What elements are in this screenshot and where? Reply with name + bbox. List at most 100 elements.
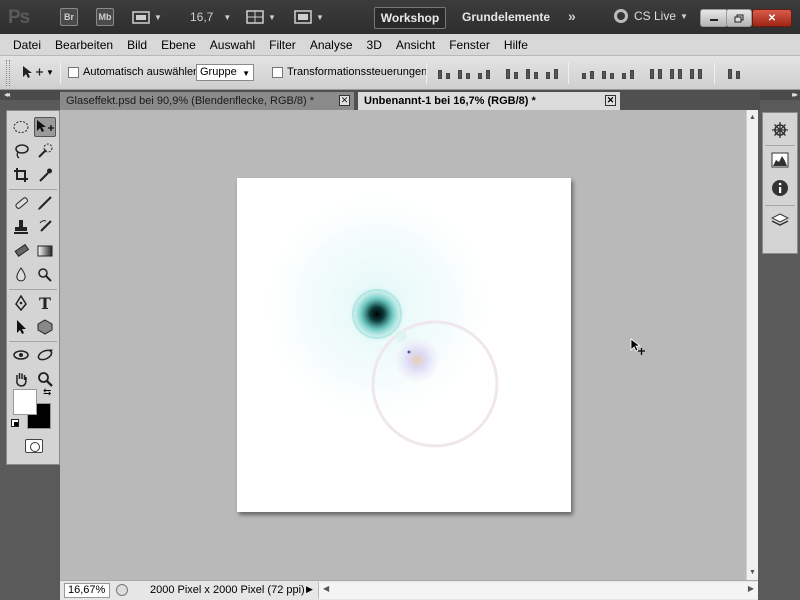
tools-panel-header: ◂◂ [0,90,60,100]
transform-controls-checkbox[interactable]: Transformationssteuerungen [272,66,427,78]
type-tool[interactable]: T [34,293,56,313]
align-left-icon[interactable] [504,68,520,79]
menu-3d[interactable]: 3D [360,38,389,52]
histogram-icon [771,152,789,168]
foreground-color-swatch[interactable] [13,389,37,415]
launch-bridge-button[interactable]: Br [60,5,78,29]
menu-bild[interactable]: Bild [120,38,154,52]
3d-orbit-tool[interactable] [34,345,56,365]
hand-tool[interactable] [10,369,32,389]
menu-fenster[interactable]: Fenster [442,38,497,52]
options-bar-grip[interactable] [6,60,10,86]
scroll-left-icon[interactable]: ◀ [323,584,329,593]
zoom-field[interactable]: 16,67% [64,583,110,598]
swap-colors-icon[interactable]: ⇆ [43,387,51,398]
path-selection-tool[interactable] [10,317,32,337]
close-tab-icon[interactable]: ✕ [605,95,616,106]
3d-rotate-tool[interactable] [10,345,32,365]
workshop-workspace-button[interactable]: Workshop [374,7,446,29]
pen-tool[interactable] [10,293,32,313]
menu-datei[interactable]: Datei [6,38,48,52]
crop-tool[interactable] [10,165,32,185]
chevron-down-icon: ▼ [242,69,250,78]
close-tab-icon[interactable]: ✕ [339,95,350,106]
quick-mask-button[interactable] [25,439,43,453]
menu-analyse[interactable]: Analyse [303,38,360,52]
expand-panels-icon[interactable]: ▸▸ [792,90,798,99]
vertical-scrollbar[interactable]: ▲ ▼ [746,110,758,580]
align-right-icon[interactable] [544,68,560,79]
scroll-right-icon[interactable]: ▶ [748,584,754,593]
marquee-tool[interactable] [10,117,32,137]
horizontal-scrollbar[interactable]: ◀ ▶ [318,582,758,599]
menu-hilfe[interactable]: Hilfe [497,38,535,52]
collapse-icon[interactable]: ◂◂ [4,90,10,99]
cs-live-icon [614,9,628,23]
menu-auswahl[interactable]: Auswahl [203,38,262,52]
arrange-documents-button[interactable]: ▼ [246,5,276,29]
tab-unbenannt-1[interactable]: Unbenannt-1 bei 16,7% (RGB/8) * ✕ [358,92,620,110]
divider [568,62,569,84]
more-workspaces-button[interactable]: » [568,8,576,24]
distribute-left-icon[interactable] [648,68,664,79]
layers-panel-button[interactable] [769,209,791,231]
dodge-tool[interactable] [34,265,56,285]
align-bottom-icon[interactable] [476,68,492,79]
divider [60,62,61,84]
stamp-icon [14,220,28,234]
distribute-bottom-icon[interactable] [620,68,636,79]
status-menu-arrow-icon[interactable]: ▶ [306,584,313,595]
shape-tool[interactable] [34,317,56,337]
minimize-button[interactable] [700,9,728,27]
eyedropper-tool[interactable] [34,165,56,185]
menu-ansicht[interactable]: Ansicht [389,38,442,52]
auto-align-layers-icon[interactable] [726,68,742,79]
healing-brush-tool[interactable] [10,193,32,213]
grundelemente-workspace[interactable]: Grundelemente [462,10,550,24]
distribute-horizontal-center-icon[interactable] [668,68,684,79]
distribute-vertical-center-icon[interactable] [600,68,616,79]
tool-preset-picker[interactable]: ▼ [20,64,54,80]
navigator-panel-button[interactable] [769,119,791,141]
blur-tool[interactable] [10,265,32,285]
gradient-tool[interactable] [34,241,56,261]
launch-minibridge-button[interactable]: Mb [96,5,114,29]
chevron-down-icon: ▼ [268,12,276,22]
zoom-level-dropdown[interactable]: 16,7 ▼ [190,5,231,29]
distribute-top-icon[interactable] [580,68,596,79]
bandage-icon [15,197,28,209]
clone-stamp-tool[interactable] [10,217,32,237]
distribute-right-icon[interactable] [688,68,704,79]
eraser-tool[interactable] [10,241,32,261]
quick-selection-tool[interactable] [34,141,56,161]
auto-select-dropdown[interactable]: Gruppe ▼ [196,64,254,81]
info-panel-button[interactable] [769,177,791,199]
lasso-tool[interactable] [10,141,32,161]
view-extras-button[interactable]: ▼ [132,5,162,29]
collapsed-panel-dock [762,112,798,254]
zoom-tool[interactable] [34,369,56,389]
restore-icon [734,14,744,22]
auto-select-checkbox[interactable]: Automatisch auswählen: [68,66,202,78]
document-size-info: 2000 Pixel x 2000 Pixel (72 ppi) [150,584,305,596]
cs-live-button[interactable]: CS Live ▼ [614,9,688,23]
move-tool[interactable] [34,117,56,137]
scroll-down-icon[interactable]: ▼ [749,569,756,576]
tab-glaseffekt[interactable]: Glaseffekt.psd bei 90,9% (Blendenflecke,… [60,92,354,110]
close-window-button[interactable]: ✕ [752,9,792,27]
brush-tool[interactable] [34,193,56,213]
default-colors-icon[interactable] [11,419,19,427]
align-top-icon[interactable] [436,68,452,79]
align-vertical-center-icon[interactable] [456,68,472,79]
menu-ebene[interactable]: Ebene [154,38,203,52]
menu-bearbeiten[interactable]: Bearbeiten [48,38,120,52]
restore-button[interactable] [726,9,752,27]
document-canvas[interactable] [237,178,571,512]
history-brush-tool[interactable] [34,217,56,237]
align-horizontal-center-icon[interactable] [524,68,540,79]
screen-mode-button[interactable]: ▼ [294,5,324,29]
scroll-up-icon[interactable]: ▲ [749,114,756,121]
menu-filter[interactable]: Filter [262,38,303,52]
status-info-icon[interactable] [116,584,128,596]
histogram-panel-button[interactable] [769,149,791,171]
